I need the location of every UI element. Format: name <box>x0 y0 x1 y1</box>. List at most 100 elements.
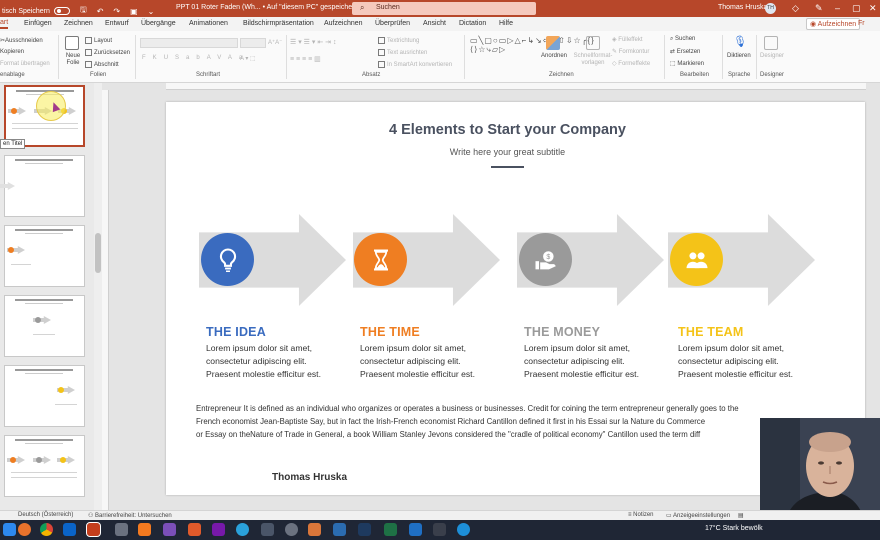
char-spacing-button[interactable]: AV <box>207 55 228 61</box>
app-icon[interactable] <box>115 523 128 536</box>
record-button[interactable]: ◉ Aufzeichnen <box>806 18 861 30</box>
align-buttons[interactable]: ≡ ≡ ≡ ≡ ▥ <box>290 55 321 63</box>
slide-thumbnail[interactable] <box>4 365 85 427</box>
onenote-icon[interactable] <box>212 523 225 536</box>
slide-thumbnail[interactable] <box>4 225 85 287</box>
quick-styles-icon[interactable] <box>586 36 600 50</box>
diamond-icon[interactable]: ◇ <box>792 3 799 14</box>
weather-widget[interactable]: 17°C Stark bewölk <box>705 525 763 532</box>
maximize-icon[interactable]: ▢ <box>852 3 861 14</box>
element-body[interactable]: Lorem ipsum dolor sit amet, consectetur … <box>206 342 321 381</box>
autosave-toggle[interactable] <box>53 7 70 15</box>
minimize-icon[interactable]: – <box>835 3 840 13</box>
accessibility-status[interactable]: ⚇ Barrierefreiheit: Untersuchen <box>88 512 172 519</box>
designer-button[interactable]: Designer <box>760 53 784 59</box>
shape-fill-button[interactable]: ◈ Fülleffekt <box>612 36 643 43</box>
text-direction-button[interactable]: Textrichtung <box>378 37 419 44</box>
italic-button[interactable]: K <box>153 55 164 61</box>
chrome-icon[interactable] <box>40 523 53 536</box>
edge-icon[interactable] <box>457 523 470 536</box>
normal-view-icon[interactable]: ▤ <box>738 512 744 519</box>
slide-thumbnail[interactable] <box>4 295 85 357</box>
app-icon[interactable] <box>261 523 274 536</box>
tab-record[interactable]: Aufzeichnen <box>324 20 363 27</box>
font-size-up-icon[interactable]: A⁺A⁻ <box>268 39 282 46</box>
shape-outline-button[interactable]: ✎ Formkontur <box>612 48 649 55</box>
arrange-icon[interactable] <box>546 36 560 50</box>
app-icon[interactable] <box>308 523 321 536</box>
align-text-button[interactable]: Text ausrichten <box>378 49 427 56</box>
notes-button[interactable]: ≡ Notizen <box>628 512 654 518</box>
avatar[interactable]: TH <box>765 3 776 14</box>
tab-slideshow[interactable]: Bildschirmpräsentation <box>243 20 314 27</box>
element-title[interactable]: THE MONEY <box>524 325 600 339</box>
powerpoint-taskbar-icon[interactable] <box>86 522 101 537</box>
shape-effects-button[interactable]: ◇ Formeffekte <box>612 60 650 67</box>
tab-view[interactable]: Ansicht <box>423 20 446 27</box>
body-paragraph[interactable]: Entrepreneur It is defined as an individ… <box>196 402 836 441</box>
tab-insert[interactable]: Einfügen <box>24 20 52 27</box>
language-status[interactable]: Deutsch (Österreich) <box>18 512 73 518</box>
slide-subtitle[interactable]: Write here your great subtitle <box>166 147 849 157</box>
tab-draw[interactable]: Zeichnen <box>64 20 93 27</box>
new-slide-button[interactable]: Neue Folie <box>63 53 83 67</box>
tab-start[interactable]: art <box>0 19 9 29</box>
telegram-icon[interactable] <box>236 523 249 536</box>
bold-button[interactable]: F <box>142 55 153 61</box>
font-size-select[interactable] <box>240 38 266 48</box>
font-family-select[interactable] <box>140 38 238 48</box>
search-input[interactable]: ⌕ Suchen <box>352 2 536 15</box>
slide-thumbnail[interactable] <box>4 435 85 497</box>
slide-thumbnail[interactable] <box>4 85 85 147</box>
element-circle[interactable] <box>201 233 254 286</box>
element-body[interactable]: Lorem ipsum dolor sit amet, consectetur … <box>360 342 475 381</box>
word-icon[interactable] <box>409 523 422 536</box>
firefox-icon[interactable] <box>18 523 31 536</box>
element-circle[interactable] <box>670 233 723 286</box>
smartart-button[interactable]: In SmartArt konvertieren <box>378 61 452 68</box>
tab-dictation[interactable]: Dictation <box>459 20 486 27</box>
app-icon[interactable] <box>285 523 298 536</box>
format-painter-button[interactable]: Format übertragen <box>0 61 50 67</box>
windows-start-icon[interactable] <box>3 523 16 536</box>
close-icon[interactable]: ✕ <box>869 3 877 14</box>
app-icon[interactable] <box>333 523 346 536</box>
font-color-icon[interactable]: A ▾ ⬚ <box>240 55 256 62</box>
tab-design[interactable]: Entwurf <box>105 20 129 27</box>
font-format-buttons[interactable]: FKUSabAVAa <box>142 55 249 61</box>
element-circle[interactable]: $ <box>519 233 572 286</box>
save-icon[interactable]: 🖫 <box>80 4 87 18</box>
copy-button[interactable]: Kopieren <box>0 49 24 55</box>
vlc-icon[interactable] <box>138 523 151 536</box>
display-settings-button[interactable]: ▭ Anzeigeeinstellungen <box>666 512 730 519</box>
undo-icon[interactable]: ↶ <box>97 7 104 16</box>
app-icon[interactable] <box>433 523 446 536</box>
author-name[interactable]: Thomas Hruska <box>272 472 347 483</box>
outlook-icon[interactable] <box>63 523 76 536</box>
shadow-button[interactable]: S <box>175 55 186 61</box>
redo-icon[interactable]: ↷ <box>113 7 120 16</box>
tab-review[interactable]: Überprüfen <box>375 20 410 27</box>
element-circle[interactable] <box>354 233 407 286</box>
app-icon[interactable] <box>358 523 371 536</box>
element-title[interactable]: THE IDEA <box>206 325 266 339</box>
designer-icon[interactable] <box>764 36 778 50</box>
tab-help[interactable]: Hilfe <box>499 20 513 27</box>
section-button[interactable]: Abschnitt <box>85 61 119 68</box>
element-title[interactable]: THE TEAM <box>678 325 744 339</box>
scrollbar-thumb[interactable] <box>95 233 101 273</box>
element-body[interactable]: Lorem ipsum dolor sit amet, consectetur … <box>678 342 793 381</box>
underline-button[interactable]: U <box>164 55 175 61</box>
layout-button[interactable]: Layout <box>85 37 112 44</box>
pen-icon[interactable]: ✎ <box>815 3 823 14</box>
dictate-button[interactable]: Diktieren <box>727 53 751 59</box>
thumbnail-scrollbar[interactable] <box>94 83 102 510</box>
replace-button[interactable]: ⇄ Ersetzen <box>670 48 700 55</box>
tab-animations[interactable]: Animationen <box>189 20 228 27</box>
slide-title[interactable]: 4 Elements to Start your Company <box>166 122 849 138</box>
quick-styles-button[interactable]: Schnellformat-vorlagen <box>572 53 614 67</box>
slide-thumbnail[interactable] <box>0 155 85 217</box>
strikethrough-button[interactable]: ab <box>186 55 207 61</box>
list-buttons[interactable]: ☰ ▾ ☰ ▾ ⇤ ⇥ ↕ <box>290 38 336 46</box>
arrange-button[interactable]: Anordnen <box>541 53 567 59</box>
